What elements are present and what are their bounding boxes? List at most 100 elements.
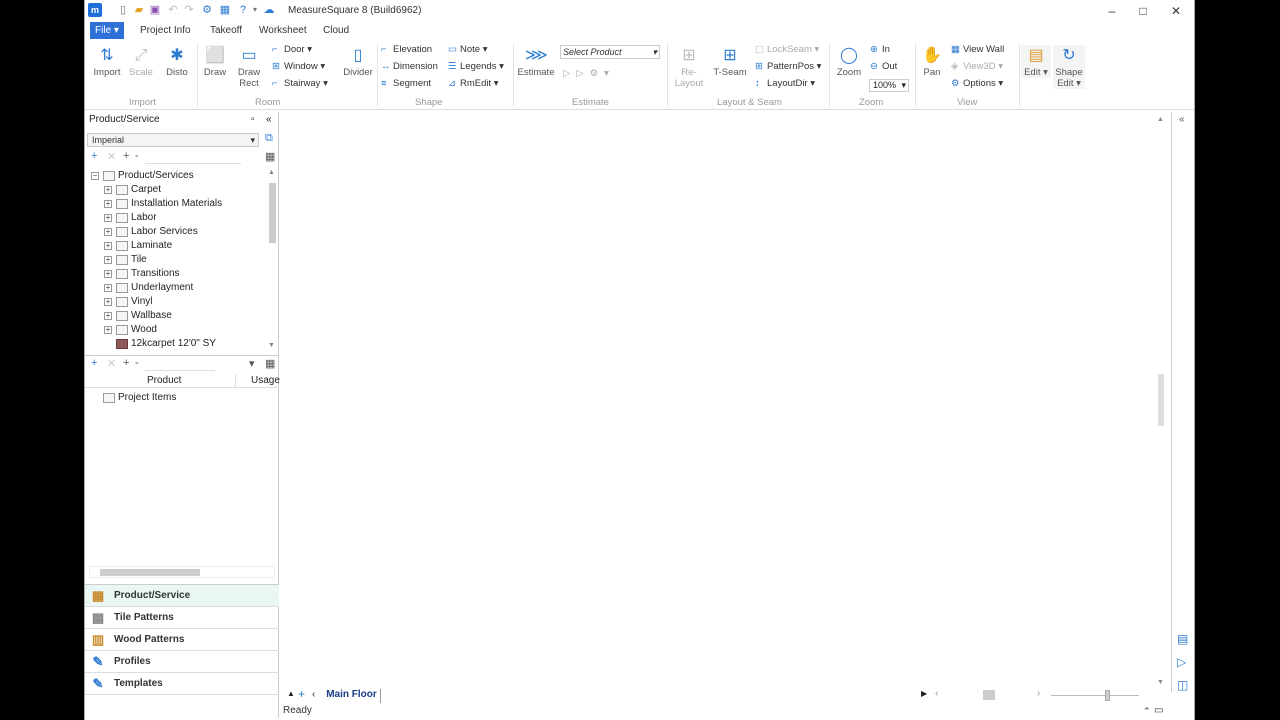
collapse-up-icon[interactable]: ⌃ bbox=[1143, 704, 1151, 718]
pin-icon[interactable]: ▫ bbox=[251, 112, 255, 128]
expand-icon[interactable]: + bbox=[104, 326, 112, 334]
page-left-icon[interactable]: ‹ bbox=[312, 689, 315, 700]
window-button[interactable]: ⊞ Window ▾ bbox=[272, 61, 325, 72]
note-button[interactable]: ▭ Note ▾ bbox=[448, 44, 488, 55]
nav-profiles[interactable]: ✎ Profiles bbox=[85, 651, 279, 673]
divider-button[interactable]: ▯ Divider bbox=[341, 45, 375, 78]
settings-icon[interactable]: ⚙ bbox=[201, 4, 213, 16]
scroll-thumb[interactable] bbox=[100, 569, 200, 576]
scroll-down-icon[interactable]: ▼ bbox=[1157, 679, 1164, 686]
expand-icon[interactable]: + bbox=[104, 298, 112, 306]
collapse-left-icon[interactable]: « bbox=[266, 112, 272, 128]
scroll-thumb[interactable] bbox=[1158, 374, 1164, 426]
undo-icon[interactable]: ↶ bbox=[167, 4, 179, 16]
dropdown-icon[interactable]: ▾ bbox=[249, 357, 255, 370]
pan-button[interactable]: ✋ Pan bbox=[917, 45, 947, 78]
draw-button[interactable]: ⬜ Draw bbox=[199, 45, 231, 78]
layoutdir-button[interactable]: ↕ LayoutDir ▾ bbox=[755, 78, 815, 89]
expand-icon[interactable]: + bbox=[104, 270, 112, 278]
tab-worksheet[interactable]: Worksheet bbox=[259, 25, 307, 36]
add-icon[interactable]: + bbox=[91, 357, 97, 369]
tab-takeoff[interactable]: Takeoff bbox=[210, 25, 242, 36]
collapse-all-icon[interactable]: - bbox=[135, 357, 139, 369]
estimate-tools-icon[interactable]: ▷▷⚙▾ bbox=[563, 68, 615, 79]
scroll-left-arrow-icon[interactable]: ‹ bbox=[935, 688, 938, 699]
expand-icon[interactable]: + bbox=[104, 312, 112, 320]
horizontal-scroll-thumb[interactable] bbox=[983, 690, 995, 700]
zoom-out-button[interactable]: ⊖ Out bbox=[870, 61, 897, 72]
scroll-up-icon[interactable]: ▲ bbox=[268, 169, 275, 176]
delete-icon[interactable]: ✕ bbox=[107, 150, 116, 163]
play-icon[interactable]: ▷ bbox=[1177, 655, 1186, 669]
app-logo-icon[interactable]: m bbox=[88, 3, 102, 17]
view3d-button[interactable]: ◈ View3D ▾ bbox=[951, 61, 1003, 72]
grid-view-icon[interactable]: ▦ bbox=[265, 357, 275, 370]
tab-cloud[interactable]: Cloud bbox=[323, 25, 349, 36]
tab-project-info[interactable]: Project Info bbox=[140, 25, 191, 36]
zoom-level-select[interactable]: 100% ▾ bbox=[869, 79, 909, 92]
dimension-button[interactable]: ↔ Dimension bbox=[381, 61, 438, 72]
properties-icon[interactable]: ▤ bbox=[1177, 632, 1188, 646]
scale-button[interactable]: ⤢ Scale bbox=[125, 45, 157, 78]
stairway-button[interactable]: ⌐ Stairway ▾ bbox=[272, 78, 328, 89]
grid-view-icon[interactable]: ▦ bbox=[265, 150, 275, 163]
canvas-vertical-scrollbar[interactable]: ▲ ▼ bbox=[1157, 116, 1165, 686]
tseam-button[interactable]: ⊞ T-Seam bbox=[711, 45, 749, 78]
screenshot-icon[interactable]: ▦ bbox=[219, 4, 231, 16]
expand-icon[interactable]: + bbox=[104, 200, 112, 208]
page-up-icon[interactable]: ▲ bbox=[287, 689, 295, 698]
expand-icon[interactable]: + bbox=[104, 256, 112, 264]
expand-all-icon[interactable]: + bbox=[123, 150, 129, 162]
tree-search-input[interactable] bbox=[145, 150, 241, 164]
delete-icon[interactable]: ✕ bbox=[107, 357, 116, 370]
help-dropdown-icon[interactable]: ▾ bbox=[249, 4, 261, 16]
expand-icon[interactable]: + bbox=[104, 242, 112, 250]
scroll-left-icon[interactable]: ▶ bbox=[921, 689, 927, 698]
expand-icon[interactable]: + bbox=[104, 284, 112, 292]
import-button[interactable]: ⇅ Import bbox=[91, 45, 123, 78]
units-select[interactable]: Imperial ▾ bbox=[87, 133, 259, 147]
collapse-icon[interactable]: − bbox=[91, 172, 99, 180]
nav-product-service[interactable]: ▦ Product/Service bbox=[85, 585, 279, 607]
catalog-icon[interactable]: ⧉ bbox=[265, 132, 273, 145]
scroll-thumb[interactable] bbox=[269, 183, 276, 243]
collapse-all-icon[interactable]: - bbox=[135, 150, 139, 162]
scroll-right-arrow-icon[interactable]: › bbox=[1037, 688, 1040, 699]
lockseam-button[interactable]: ▢ LockSeam ▾ bbox=[755, 44, 819, 55]
options-button[interactable]: ⚙ Options ▾ bbox=[951, 78, 1003, 89]
patternpos-button[interactable]: ⊞ PatternPos ▾ bbox=[755, 61, 821, 72]
help-icon[interactable]: ? bbox=[237, 4, 249, 16]
expand-icon[interactable]: + bbox=[104, 186, 112, 194]
estimate-button[interactable]: ⋙ Estimate bbox=[517, 45, 555, 78]
rmedit-button[interactable]: ⊿ RmEdit ▾ bbox=[448, 78, 499, 89]
drawing-canvas[interactable] bbox=[283, 112, 1159, 684]
disto-button[interactable]: ✱ Disto bbox=[161, 45, 193, 78]
nav-tile-patterns[interactable]: ▩ Tile Patterns bbox=[85, 607, 279, 629]
grid-search-input[interactable] bbox=[145, 358, 215, 371]
zoom-button[interactable]: ◯ Zoom bbox=[833, 45, 865, 78]
column-usage[interactable]: Usage bbox=[251, 375, 280, 386]
zoom-slider[interactable] bbox=[1051, 695, 1139, 696]
edit-button[interactable]: ▤ Edit ▾ bbox=[1021, 45, 1051, 78]
relayout-button[interactable]: ⊞ Re-Layout bbox=[669, 45, 709, 89]
redo-icon[interactable]: ↷ bbox=[183, 4, 195, 16]
open-folder-icon[interactable]: ▰ bbox=[133, 4, 145, 16]
segment-button[interactable]: ≡ Segment bbox=[381, 78, 431, 89]
page-tab-main-floor[interactable]: Main Floor bbox=[323, 689, 381, 703]
scroll-down-icon[interactable]: ▼ bbox=[268, 342, 275, 349]
maximize-button[interactable]: □ bbox=[1127, 0, 1159, 22]
column-product[interactable]: Product bbox=[147, 375, 181, 386]
shape-edit-button[interactable]: ↻ Shape Edit ▾ bbox=[1053, 45, 1085, 89]
tree-scrollbar[interactable]: ▲ ▼ bbox=[268, 169, 277, 349]
legends-button[interactable]: ☰ Legends ▾ bbox=[448, 61, 504, 72]
add-icon[interactable]: + bbox=[91, 150, 97, 162]
expand-icon[interactable]: + bbox=[104, 228, 112, 236]
expand-right-icon[interactable]: « bbox=[1179, 114, 1185, 125]
door-button[interactable]: ⌐ Door ▾ bbox=[272, 44, 312, 55]
save-icon[interactable]: ▣ bbox=[149, 4, 161, 16]
layers-icon[interactable]: ◫ bbox=[1177, 678, 1188, 692]
expand-icon[interactable]: + bbox=[104, 214, 112, 222]
zoom-in-button[interactable]: ⊕ In bbox=[870, 44, 890, 55]
view-wall-button[interactable]: ▦ View Wall bbox=[951, 44, 1004, 55]
cloud-icon[interactable]: ☁ bbox=[263, 4, 275, 16]
